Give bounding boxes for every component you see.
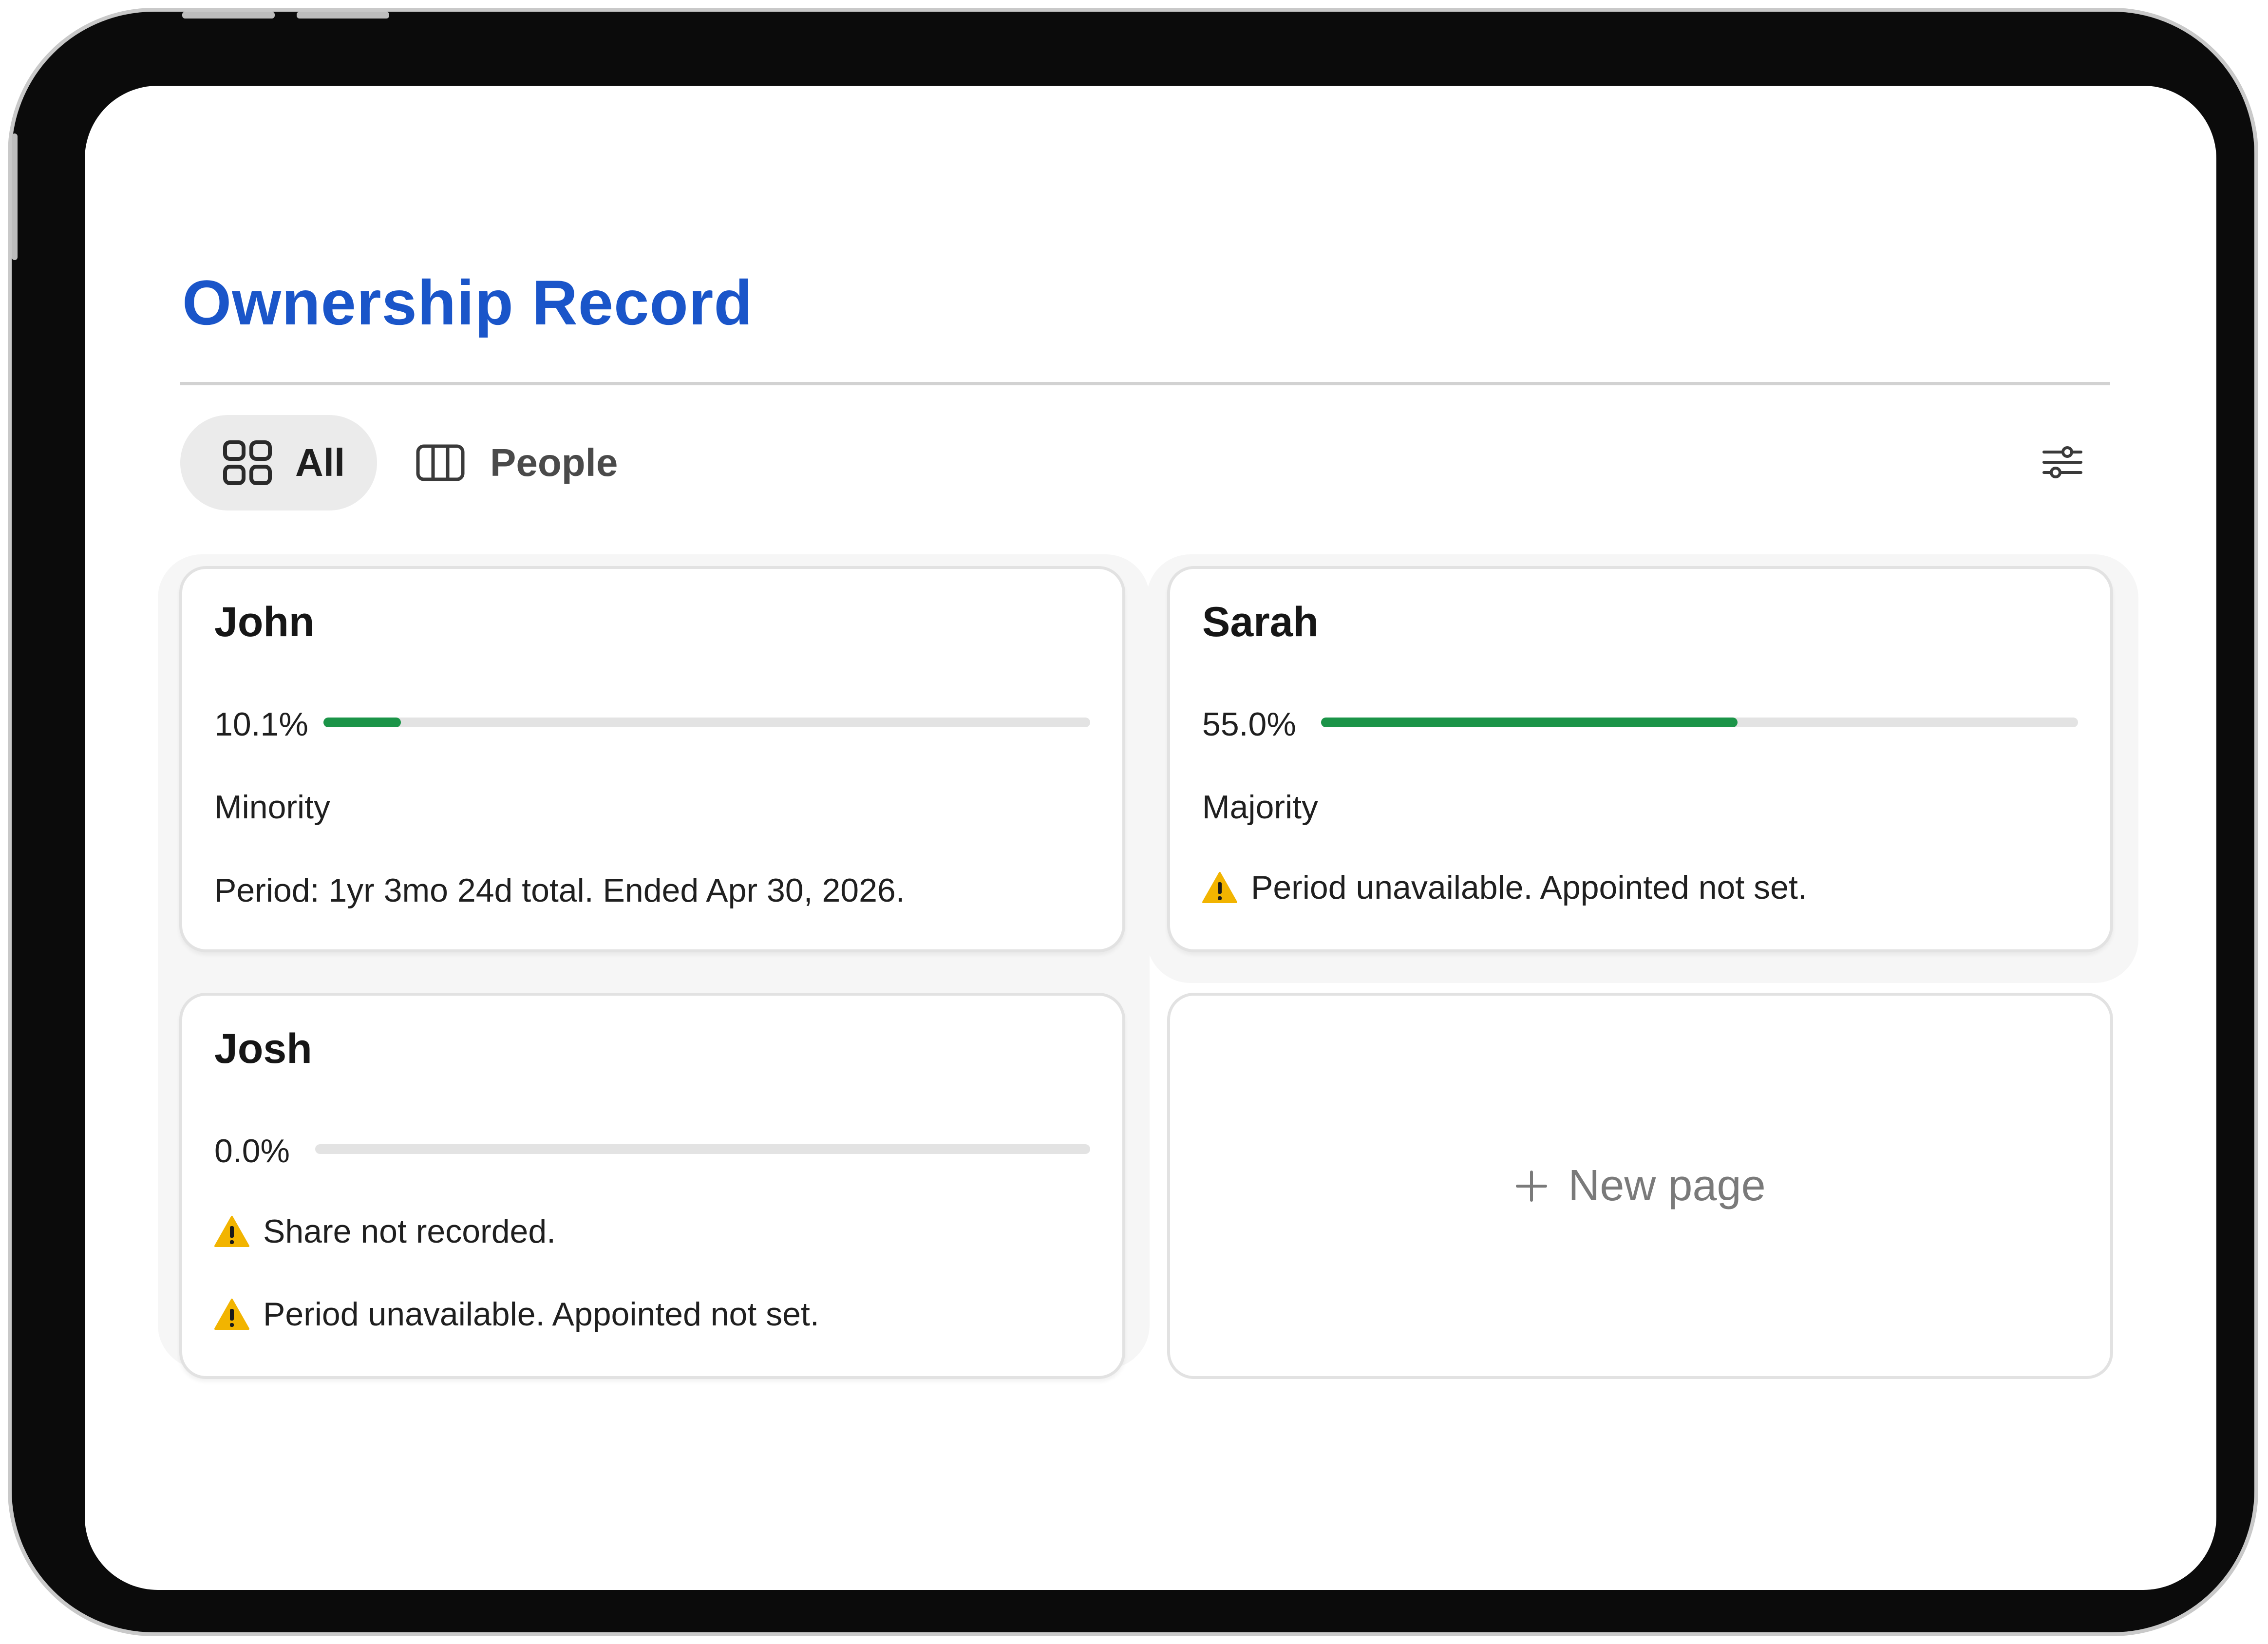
period-warning: Period unavailable. Appointed not set.	[214, 1298, 819, 1331]
period-text: Period: 1yr 3mo 24d total. Ended Apr 30,…	[214, 872, 905, 909]
page-title: Ownership Record	[182, 267, 753, 338]
sliders-icon	[2042, 445, 2083, 482]
warning-icon	[214, 1298, 249, 1330]
plus-icon	[1514, 1169, 1549, 1203]
hardware-button	[182, 12, 275, 19]
share-percent: 0.0%	[214, 1133, 290, 1170]
new-page-label: New page	[1568, 1161, 1766, 1210]
person-card-sarah[interactable]: Sarah 55.0% Majority Period unavailable.…	[1167, 566, 2113, 952]
grid-icon	[223, 440, 272, 485]
person-name: Josh	[214, 1025, 312, 1072]
new-page-button[interactable]: New page	[1167, 993, 2113, 1379]
tab-all-label: All	[295, 441, 345, 484]
share-progress-bar	[315, 1144, 1090, 1154]
share-progress-bar	[323, 718, 1090, 727]
app-screen: Ownership Record All People John 10.1% M…	[85, 86, 2216, 1590]
share-percent: 55.0%	[1202, 706, 1296, 743]
tablet-frame: Ownership Record All People John 10.1% M…	[8, 8, 2258, 1636]
hardware-side-button	[12, 133, 18, 260]
person-card-john[interactable]: John 10.1% Minority Period: 1yr 3mo 24d …	[179, 566, 1125, 952]
share-percent: 10.1%	[214, 706, 308, 743]
tab-people-label: People	[490, 441, 618, 484]
share-warning: Share not recorded.	[214, 1215, 556, 1248]
share-progress-fill	[323, 718, 401, 727]
warning-icon	[1202, 871, 1237, 904]
tab-people[interactable]: People	[416, 415, 640, 510]
person-name: John	[214, 599, 315, 645]
tab-all[interactable]: All	[180, 415, 377, 510]
period-warning: Period unavailable. Appointed not set.	[1202, 871, 1807, 904]
title-divider	[180, 382, 2110, 385]
ownership-status: Majority	[1202, 789, 1319, 826]
person-card-josh[interactable]: Josh 0.0% Share not recorded. Period una…	[179, 993, 1125, 1379]
share-progress-fill	[1321, 718, 1738, 727]
person-name: Sarah	[1202, 599, 1319, 645]
view-settings-button[interactable]	[2033, 436, 2092, 490]
share-progress-bar	[1321, 718, 2078, 727]
hardware-button	[297, 12, 389, 19]
warning-icon	[214, 1215, 249, 1247]
ownership-status: Minority	[214, 789, 331, 826]
columns-icon	[416, 444, 465, 481]
